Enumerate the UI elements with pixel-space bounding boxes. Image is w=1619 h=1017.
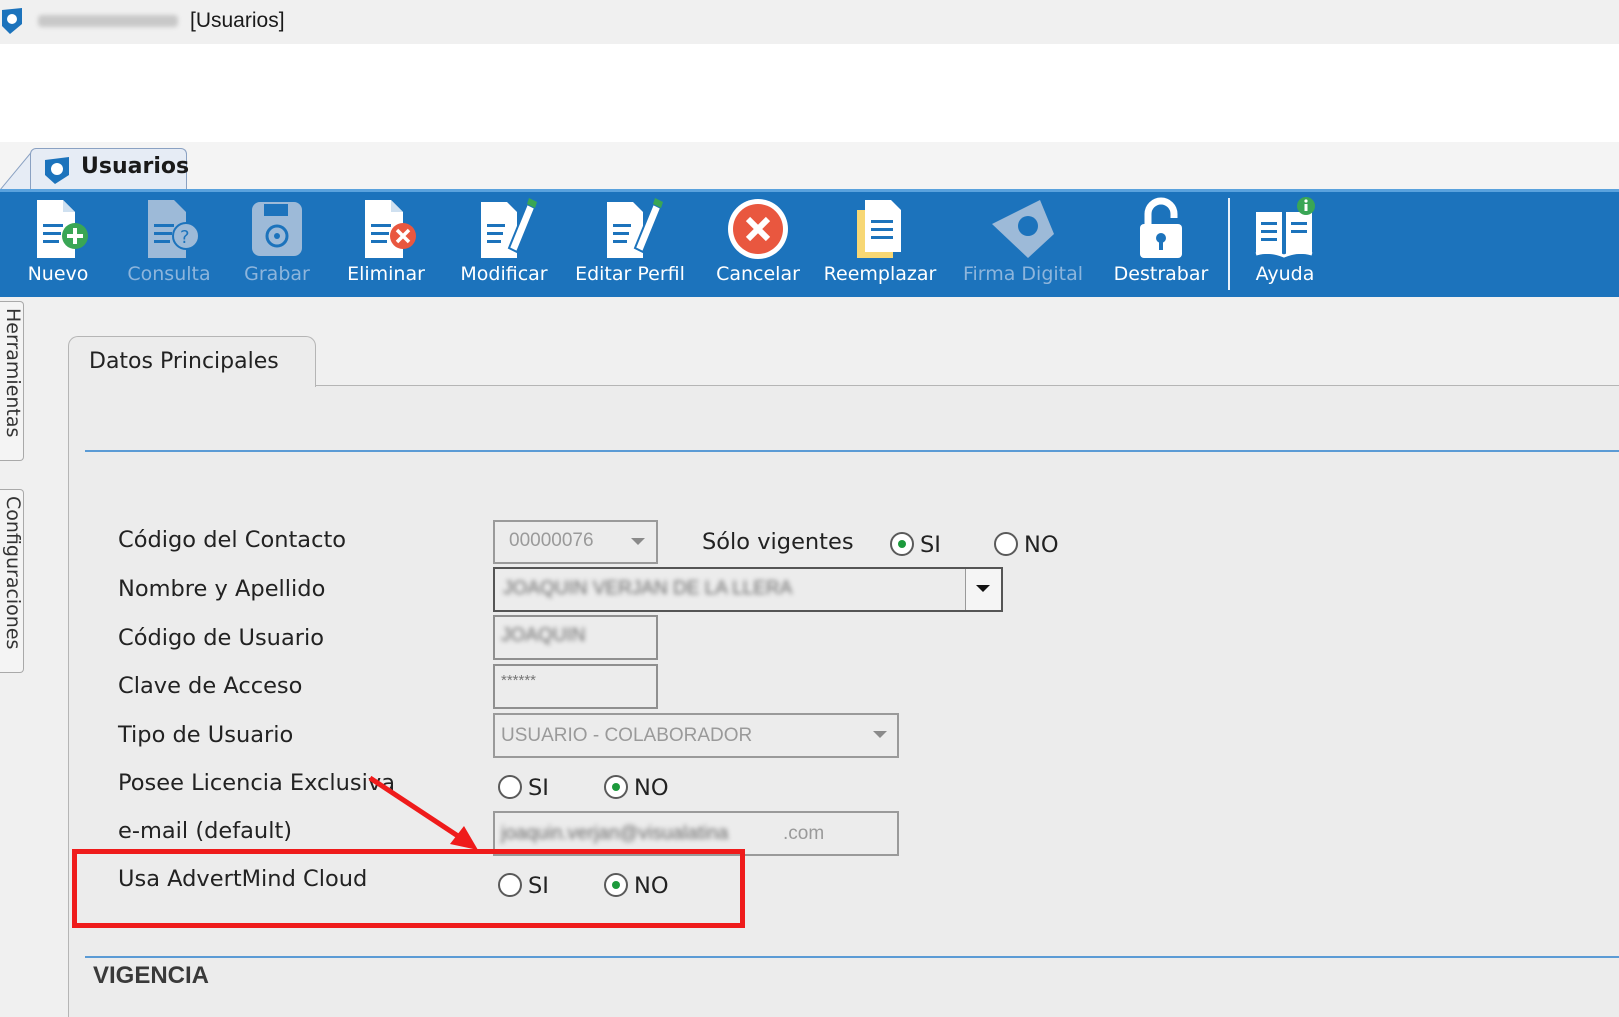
toolbar: Nuevo ? Consulta Grabar Eliminar Modific… (0, 189, 1619, 297)
app-name-redacted (38, 10, 188, 32)
licencia-exclusiva-no-label: NO (634, 775, 669, 801)
reemplazar-button[interactable]: Reemplazar (818, 192, 942, 296)
codigo-contacto-combo[interactable]: 00000076 (493, 520, 658, 564)
radio-circle (890, 532, 914, 556)
delete-document-icon (365, 200, 416, 258)
nuevo-button[interactable]: Nuevo (10, 192, 106, 296)
solo-vigentes-no-radio[interactable]: NO (994, 530, 1066, 560)
help-book-icon (1255, 197, 1315, 258)
destrabar-label: Destrabar (1113, 263, 1209, 285)
solo-vigentes-si-label: SI (920, 532, 941, 558)
clave-acceso-label: Clave de Acceso (118, 673, 303, 699)
unlock-icon (1140, 197, 1182, 258)
app-logo-icon (2, 8, 22, 34)
chevron-down-icon (631, 538, 645, 545)
chevron-down-icon (873, 731, 887, 738)
radio-circle (604, 775, 628, 799)
licencia-exclusiva-si-label: SI (528, 775, 549, 801)
chevron-down-icon (976, 585, 990, 592)
cancelar-button[interactable]: Cancelar (706, 192, 810, 296)
firma-digital-button[interactable]: Firma Digital (955, 192, 1091, 296)
annotation-highlight-box (72, 849, 745, 928)
document-tab-strip (0, 142, 1619, 189)
solo-vigentes-label: Sólo vigentes (702, 529, 854, 555)
annotation-arrow-icon (368, 775, 478, 850)
nombre-apellido-label: Nombre y Apellido (118, 576, 326, 602)
ayuda-label: Ayuda (1255, 263, 1315, 285)
email-value-hidden: joaquin.verjan@visualatina (501, 823, 729, 844)
codigo-contacto-label: Código del Contacto (118, 527, 347, 553)
codigo-usuario-label: Código de Usuario (118, 625, 324, 651)
codigo-contacto-value: 00000076 (509, 530, 594, 551)
radio-circle (498, 775, 522, 799)
clave-acceso-value: ****** (501, 672, 537, 689)
side-tab-herramientas-label: Herramientas (2, 308, 24, 438)
app-name-blur (38, 15, 178, 27)
header-area (0, 44, 1619, 142)
cancelar-label: Cancelar (716, 263, 800, 285)
toolbar-separator (1228, 198, 1230, 290)
tab-usuarios[interactable]: Usuarios (30, 148, 190, 190)
side-panel: Herramientas Configuraciones (0, 297, 30, 1017)
ayuda-button[interactable]: Ayuda (1240, 192, 1330, 296)
clave-acceso-field[interactable]: ****** (493, 664, 658, 709)
editar-perfil-label: Editar Perfil (575, 263, 685, 285)
licencia-exclusiva-si-radio[interactable]: SI (498, 773, 562, 803)
title-bar: [Usuarios] (0, 0, 1619, 44)
modificar-label: Modificar (460, 263, 548, 285)
consulta-label: Consulta (127, 263, 211, 285)
firma-digital-label: Firma Digital (962, 263, 1084, 285)
tipo-usuario-select[interactable]: USUARIO - COLABORADOR (493, 713, 899, 758)
eliminar-button[interactable]: Eliminar (336, 192, 436, 296)
side-tab-herramientas[interactable]: Herramientas (0, 301, 24, 461)
usuarios-tab-icon (45, 157, 69, 184)
email-label: e-mail (default) (118, 818, 293, 844)
grabar-button[interactable]: Grabar (232, 192, 322, 296)
cancel-circle-icon (728, 199, 788, 259)
editar-perfil-button[interactable]: Editar Perfil (566, 192, 694, 296)
side-tab-configuraciones-label: Configuraciones (2, 496, 24, 650)
radio-circle (994, 532, 1018, 556)
solo-vigentes-si-radio[interactable]: SI (890, 530, 954, 560)
query-document-icon: ? (148, 200, 200, 258)
section-divider-top (85, 450, 1619, 452)
nuevo-label: Nuevo (27, 263, 89, 285)
side-tab-configuraciones[interactable]: Configuraciones (0, 489, 24, 673)
reemplazar-label: Reemplazar (823, 263, 937, 285)
licencia-exclusiva-label: Posee Licencia Exclusiva (118, 770, 396, 796)
email-value-suffix: .com (783, 823, 825, 844)
section-divider-vigencia (85, 956, 1619, 958)
grabar-label: Grabar (244, 263, 310, 285)
svg-text:?: ? (180, 227, 190, 248)
save-disk-icon (252, 202, 302, 256)
digital-signature-icon (992, 200, 1054, 258)
tipo-usuario-label: Tipo de Usuario (118, 722, 294, 748)
tab-datos-principales-label: Datos Principales (89, 349, 279, 374)
consulta-button[interactable]: ? Consulta (116, 192, 222, 296)
nombre-apellido-dropdown-button[interactable] (965, 569, 1001, 610)
edit-profile-icon (607, 198, 663, 258)
replace-document-icon (857, 200, 901, 258)
solo-vigentes-no-label: NO (1024, 532, 1059, 558)
vigencia-heading: VIGENCIA (93, 962, 210, 989)
modificar-button[interactable]: Modificar (446, 192, 562, 296)
licencia-exclusiva-no-radio[interactable]: NO (604, 773, 676, 803)
nombre-apellido-value: JOAQUIN VERJAN DE LA LLERA (503, 578, 793, 599)
tab-datos-principales[interactable]: Datos Principales (68, 336, 316, 387)
tab-label: Usuarios (81, 154, 190, 179)
destrabar-button[interactable]: Destrabar (1104, 192, 1218, 296)
edit-document-icon (481, 198, 537, 258)
codigo-usuario-field[interactable]: JOAQUIN (493, 615, 658, 660)
window-title: [Usuarios] (190, 9, 285, 32)
tipo-usuario-value: USUARIO - COLABORADOR (501, 725, 753, 746)
eliminar-label: Eliminar (347, 263, 425, 285)
codigo-usuario-value: JOAQUIN (501, 625, 586, 646)
new-document-icon (37, 200, 88, 258)
nombre-apellido-combo[interactable]: JOAQUIN VERJAN DE LA LLERA (493, 567, 1003, 612)
